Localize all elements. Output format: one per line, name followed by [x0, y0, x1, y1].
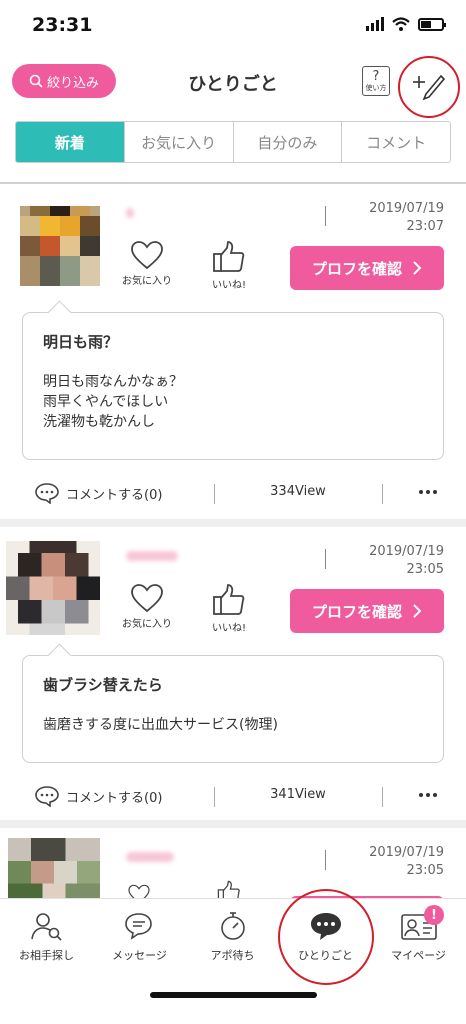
divider — [325, 206, 326, 226]
username-blurred[interactable] — [126, 852, 174, 862]
tab-comments[interactable]: コメント — [342, 122, 450, 162]
username-blurred[interactable] — [126, 208, 134, 218]
nav-partner-search[interactable]: お相手探し — [0, 911, 93, 963]
plus-pencil-icon — [413, 74, 446, 101]
nav-messages[interactable]: メッセージ — [93, 911, 186, 963]
divider — [382, 484, 383, 504]
stopwatch-icon — [220, 912, 245, 940]
post-title: 歯ブラシ替えたら — [43, 676, 163, 694]
post-bubble[interactable]: 歯ブラシ替えたら 歯磨きする度に出血大サービス(物理) — [22, 655, 444, 763]
battery-icon — [418, 17, 446, 31]
post-date: 2019/07/19 23:05 — [369, 844, 444, 880]
help-button[interactable]: ? 使い方 — [362, 66, 390, 96]
post-body-line: 洗濯物も乾かんし — [43, 414, 155, 430]
speech-bubble-icon — [310, 913, 341, 940]
post-date-time: 23:05 — [406, 562, 444, 577]
view-profile-label: プロフを確認 — [311, 602, 402, 621]
like-label: いいね! — [212, 280, 247, 291]
view-count: 334View — [270, 484, 326, 499]
tab-mine[interactable]: 自分のみ — [233, 122, 343, 162]
comment-label: コメントする(0) — [66, 487, 163, 503]
post-date-time: 23:05 — [406, 863, 444, 878]
chevron-right-icon — [413, 261, 422, 275]
post-footer: コメントする(0) 334View — [0, 474, 466, 514]
comment-label: コメントする(0) — [66, 790, 163, 806]
status-time: 23:31 — [32, 14, 93, 36]
post-body-line: 雨早くやんでほしい — [43, 394, 169, 410]
bottom-nav: お相手探し メッセージ アポ待ち ひとりごと ! マイページ — [0, 889, 466, 1024]
post-body-line: 明日も雨なんかなぁ？ — [43, 374, 183, 390]
tab-favorites[interactable]: お気に入り — [124, 122, 234, 162]
view-count: 341View — [270, 787, 326, 802]
thumbs-up-icon — [213, 241, 245, 272]
app-header: 絞り込み ひとりごと ? 使い方 — [0, 52, 466, 118]
wifi-icon — [392, 17, 410, 31]
signal-icon — [366, 17, 384, 31]
tab-bar: 新着 お気に入り 自分のみ コメント — [15, 121, 451, 163]
divider — [325, 549, 326, 569]
nav-label: ひとりごと — [298, 949, 353, 962]
post-date: 2019/07/19 23:05 — [369, 543, 444, 579]
post-feed[interactable]: 2019/07/19 23:07 お気に入り いいね! プロフを確認 明日も雨？ — [0, 184, 466, 918]
compose-button[interactable] — [398, 56, 460, 118]
favorite-button[interactable]: お気に入り — [122, 240, 172, 287]
chevron-right-icon — [413, 604, 422, 618]
nav-label: マイページ — [391, 949, 446, 962]
like-label: いいね! — [212, 623, 247, 634]
post-footer: コメントする(0) 341View — [0, 777, 466, 817]
post-card: 2019/07/19 23:05 お気に入り いいね! プロフを確認 歯ブラシ替… — [0, 527, 466, 828]
post-date-time: 23:07 — [406, 219, 444, 234]
comment-button[interactable]: コメントする(0) — [34, 785, 162, 807]
post-date-day: 2019/07/19 — [369, 201, 444, 216]
post-date: 2019/07/19 23:07 — [369, 200, 444, 236]
post-bubble[interactable]: 明日も雨？ 明日も雨なんかなぁ？ 雨早くやんでほしい 洗濯物も乾かんし — [22, 312, 444, 460]
divider — [325, 850, 326, 870]
nav-label: お相手探し — [19, 949, 74, 962]
comment-icon — [35, 483, 59, 504]
favorite-label: お気に入り — [122, 619, 172, 630]
tab-new[interactable]: 新着 — [16, 122, 125, 162]
notification-badge: ! — [424, 905, 444, 925]
nav-monologue[interactable]: ひとりごと — [279, 911, 372, 963]
home-indicator — [150, 992, 317, 998]
post-date-day: 2019/07/19 — [369, 544, 444, 559]
like-button[interactable]: いいね! — [212, 240, 246, 291]
post-body-line: 歯磨きする度に出血大サービス(物理) — [43, 717, 278, 733]
favorite-label: お気に入り — [122, 276, 172, 287]
nav-my-page[interactable]: ! マイページ — [372, 905, 465, 963]
post-title: 明日も雨？ — [43, 333, 119, 351]
like-button[interactable]: いいね! — [212, 583, 246, 634]
help-icon: ? — [372, 68, 380, 84]
view-profile-label: プロフを確認 — [311, 259, 402, 278]
post-card: 2019/07/19 23:07 お気に入り いいね! プロフを確認 明日も雨？ — [0, 184, 466, 527]
more-options-button[interactable] — [408, 478, 448, 506]
comment-icon — [35, 786, 59, 807]
favorite-button[interactable]: お気に入り — [122, 583, 172, 630]
nav-label: メッセージ — [112, 949, 167, 962]
view-profile-button[interactable]: プロフを確認 — [290, 246, 444, 290]
avatar[interactable] — [6, 541, 100, 635]
more-options-button[interactable] — [408, 781, 448, 809]
nav-appointments[interactable]: アポ待ち — [186, 911, 279, 963]
username-blurred[interactable] — [126, 551, 178, 561]
view-profile-button[interactable]: プロフを確認 — [290, 589, 444, 633]
heart-icon — [131, 241, 163, 270]
status-icons — [366, 17, 446, 31]
help-label: 使い方 — [365, 83, 387, 92]
chat-bubbles-icon — [124, 913, 152, 940]
status-bar: 23:31 — [0, 0, 466, 52]
person-search-icon — [30, 913, 62, 941]
thumbs-up-icon — [213, 584, 245, 615]
nav-label: アポ待ち — [210, 949, 255, 962]
comment-button[interactable]: コメントする(0) — [34, 482, 162, 504]
avatar[interactable] — [20, 206, 100, 286]
divider — [382, 787, 383, 807]
page-title: ひとりごと — [188, 74, 278, 95]
post-date-day: 2019/07/19 — [369, 845, 444, 860]
post-body: 歯磨きする度に出血大サービス(物理) — [43, 715, 423, 735]
post-body: 明日も雨なんかなぁ？ 雨早くやんでほしい 洗濯物も乾かんし — [43, 372, 423, 432]
heart-icon — [131, 584, 163, 613]
